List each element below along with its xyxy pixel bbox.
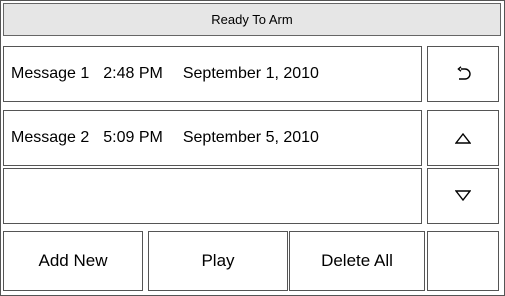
triangle-up-icon (455, 132, 471, 144)
message-time: 5:09 PM (103, 129, 163, 146)
message-date: September 5, 2010 (182, 129, 319, 146)
message-name: Message 1 (11, 65, 90, 82)
message-date: September 1, 2010 (182, 65, 319, 82)
add-new-label: Add New (38, 251, 108, 270)
delete-all-button[interactable]: Delete All (289, 231, 425, 291)
add-new-button[interactable]: Add New (3, 231, 143, 291)
header-bar: Ready To Arm (3, 3, 501, 36)
message-time: 2:48 PM (103, 65, 163, 82)
back-button[interactable] (427, 46, 499, 102)
play-label: Play (201, 251, 235, 270)
blank-button[interactable] (427, 231, 499, 291)
scroll-up-button[interactable] (427, 110, 499, 166)
play-button[interactable]: Play (148, 231, 288, 291)
message-name: Message 2 (11, 129, 90, 146)
triangle-down-icon (455, 190, 471, 202)
scroll-down-button[interactable] (427, 168, 499, 224)
back-arrow-icon (457, 66, 471, 80)
delete-all-label: Delete All (321, 251, 393, 270)
message-list-empty-slot (3, 168, 422, 224)
message-list-item[interactable]: Message 2 5:09 PM September 5, 2010 (3, 110, 422, 166)
header-title: Ready To Arm (211, 12, 293, 27)
message-list-item[interactable]: Message 1 2:48 PM September 1, 2010 (3, 46, 422, 102)
